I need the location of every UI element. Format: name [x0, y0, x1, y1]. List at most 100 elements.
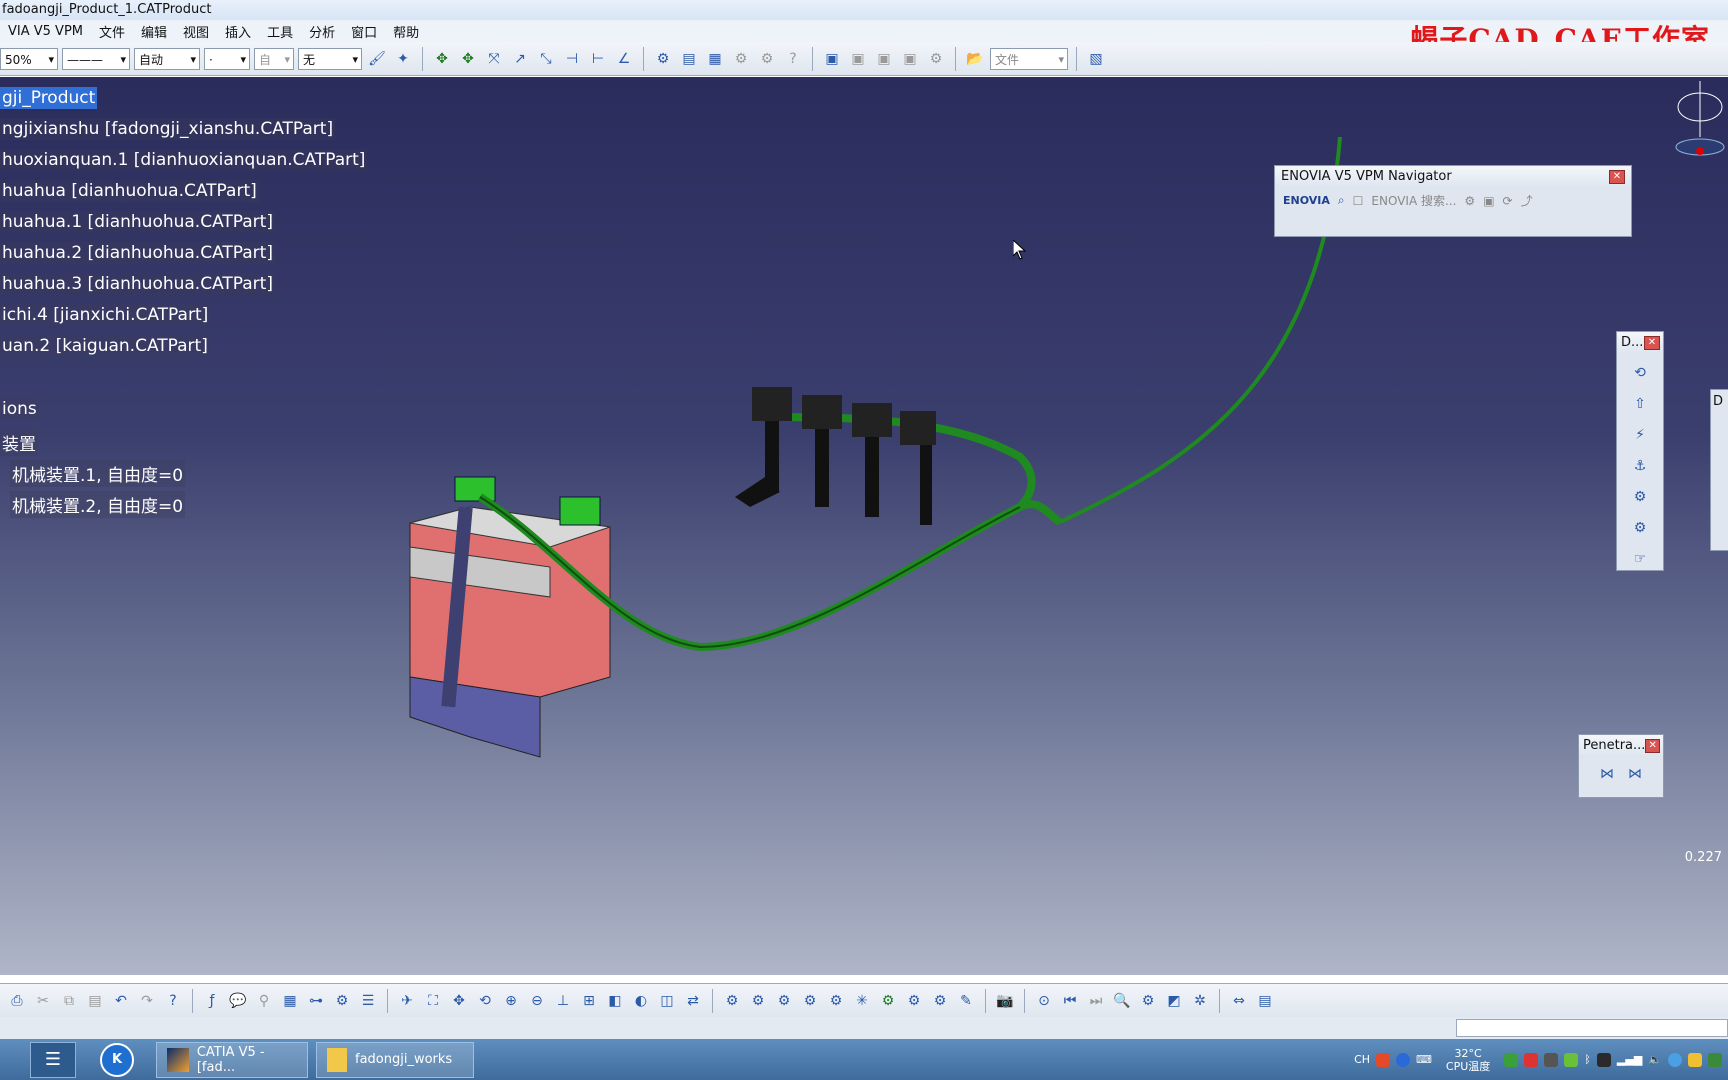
rotate-icon[interactable]: ⟲ — [474, 990, 496, 1012]
rotate-view-icon[interactable]: ⟲ — [1629, 362, 1651, 384]
vpm-icon[interactable]: ▧ — [1085, 48, 1107, 70]
enovia-refresh-icon[interactable]: ⟳ — [1503, 194, 1513, 208]
signal-icon[interactable]: ▂▄▆ — [1617, 1053, 1642, 1066]
settings-icon[interactable]: ⚙ — [1137, 990, 1159, 1012]
zoom-out-icon[interactable]: ⊖ — [526, 990, 548, 1012]
point-style-combo[interactable]: · — [204, 47, 250, 71]
enovia-search-checkbox[interactable]: ☐ — [1353, 194, 1364, 208]
menu-insert[interactable]: 插入 — [217, 22, 259, 41]
close-icon[interactable]: ✕ — [1645, 739, 1660, 753]
penetration-icon[interactable]: ⋈ — [1596, 763, 1618, 785]
undo-icon[interactable]: ↶ — [110, 990, 132, 1012]
help-icon[interactable] — [1396, 1052, 1411, 1067]
anchor-icon[interactable]: ⚓ — [1629, 455, 1651, 477]
paint-brush-icon[interactable]: 🖌 — [366, 48, 388, 70]
menu-file[interactable]: 文件 — [91, 22, 133, 41]
whats-this-icon[interactable]: ? — [162, 990, 184, 1012]
track-icon[interactable]: ⚙ — [747, 990, 769, 1012]
comment-icon[interactable]: 💬 — [227, 990, 249, 1012]
table-icon[interactable]: ▦ — [279, 990, 301, 1012]
tree-node-root[interactable]: gji_Product — [0, 87, 98, 109]
enovia-update-icon[interactable]: ⤴ — [1521, 192, 1533, 209]
menu-analysis[interactable]: 分析 — [301, 22, 343, 41]
fly-icon[interactable]: ⇧ — [1629, 393, 1651, 415]
hide-show-icon[interactable]: ◫ — [656, 990, 678, 1012]
tree-node[interactable]: ions — [0, 398, 39, 420]
angle-icon[interactable]: ∠ — [613, 48, 635, 70]
tree-node[interactable]: huahua.1 [dianhuohua.CATPart] — [0, 211, 275, 233]
explode-icon[interactable]: ↗ — [509, 48, 531, 70]
enovia-tool-icon[interactable]: ⚙ — [1464, 194, 1475, 208]
report-icon[interactable]: ▤ — [1254, 990, 1276, 1012]
tree-icon[interactable]: ⊶ — [305, 990, 327, 1012]
bluetooth-icon[interactable]: ᛒ — [1584, 1053, 1591, 1066]
scene-icon[interactable]: ▣ — [821, 48, 843, 70]
stop-manipulate-icon[interactable]: ⤡ — [535, 48, 557, 70]
cut-icon[interactable]: ✂ — [32, 990, 54, 1012]
tree-node[interactable]: huoxianquan.1 [dianhuoxianquan.CATPart] — [0, 149, 368, 171]
volume-icon[interactable]: 🔈 — [1648, 1053, 1662, 1066]
catalog-icon[interactable]: ⚙ — [652, 48, 674, 70]
cloud-icon[interactable] — [1668, 1052, 1682, 1067]
move-icon[interactable]: ✥ — [431, 48, 453, 70]
light-icon[interactable]: ✲ — [1189, 990, 1211, 1012]
ignition-coils[interactable] — [735, 387, 936, 525]
close-icon[interactable]: ✕ — [1609, 170, 1625, 184]
input-method-icon[interactable] — [1376, 1052, 1391, 1067]
clash-icon[interactable]: ⚡ — [1629, 424, 1651, 446]
scene-edit-icon[interactable]: ▣ — [847, 48, 869, 70]
security-icon[interactable] — [1564, 1052, 1579, 1067]
tree-node[interactable]: 装置 — [0, 429, 38, 456]
target-icon[interactable]: ⊙ — [1033, 990, 1055, 1012]
bom-icon[interactable]: ☰ — [357, 990, 379, 1012]
mechanism-icon[interactable]: ⚙ — [877, 990, 899, 1012]
app-tray-icon[interactable] — [1596, 1052, 1611, 1067]
antivirus-icon[interactable] — [1544, 1052, 1559, 1067]
zoom-in-icon[interactable]: ⊕ — [500, 990, 522, 1012]
properties-icon[interactable]: ✦ — [392, 48, 414, 70]
normal-view-icon[interactable]: ⊥ — [552, 990, 574, 1012]
k-app-icon[interactable]: K — [100, 1042, 134, 1077]
link-icon[interactable]: ⚲ — [253, 990, 275, 1012]
graph-icon[interactable]: ⚙ — [756, 48, 778, 70]
scene-reset-icon[interactable]: ▣ — [899, 48, 921, 70]
explode-view-icon[interactable]: ✳ — [851, 990, 873, 1012]
qq-icon[interactable] — [1524, 1052, 1539, 1067]
layer-combo[interactable]: 自 — [254, 47, 294, 71]
replace-icon[interactable]: ⚙ — [730, 48, 752, 70]
compass-icon[interactable] — [1672, 77, 1728, 167]
keyboard-icon[interactable]: ⌨ — [1416, 1053, 1432, 1066]
existing-component-icon[interactable]: ▤ — [678, 48, 700, 70]
tree-node[interactable]: huahua [dianhuohua.CATPart] — [0, 180, 259, 202]
offset-icon[interactable]: ⊢ — [587, 48, 609, 70]
iso-view-icon[interactable]: ◧ — [604, 990, 626, 1012]
redo-icon[interactable]: ↷ — [136, 990, 158, 1012]
paste-icon[interactable]: ▤ — [84, 990, 106, 1012]
penetration-reverse-icon[interactable]: ⋈ — [1624, 763, 1646, 785]
distance-icon[interactable]: ⚙ — [1629, 517, 1651, 539]
fit-all-icon[interactable]: ⛶ — [422, 990, 444, 1012]
search-icon[interactable]: ⌕ — [1338, 193, 1345, 208]
print-icon[interactable]: ⎙ — [6, 990, 28, 1012]
constraint-icon[interactable]: ⊣ — [561, 48, 583, 70]
update-icon[interactable] — [1688, 1052, 1702, 1067]
swap-space-icon[interactable]: ⇄ — [682, 990, 704, 1012]
snap-icon[interactable]: ⤧ — [483, 48, 505, 70]
menu-window[interactable]: 窗口 — [343, 22, 385, 41]
enovia-logo[interactable]: ENOVIA — [1283, 194, 1330, 207]
gears-icon[interactable]: ⚙ — [929, 990, 951, 1012]
inspect-icon[interactable]: 🔍 — [1111, 990, 1133, 1012]
tree-node[interactable]: 机械装置.1, 自由度=0 — [10, 460, 186, 487]
zoom-combo[interactable]: 50% — [0, 47, 58, 71]
simulation-icon[interactable]: ⚙ — [721, 990, 743, 1012]
knowledge-icon[interactable]: ⚙ — [331, 990, 353, 1012]
formula-icon[interactable]: ƒ — [201, 990, 223, 1012]
taskbar-folder-button[interactable]: fadongji_works — [316, 1041, 474, 1078]
multi-view-icon[interactable]: ⊞ — [578, 990, 600, 1012]
close-icon[interactable]: ✕ — [1644, 336, 1660, 350]
network-icon[interactable] — [1504, 1052, 1519, 1067]
enovia-search-label[interactable]: ENOVIA 搜索... — [1371, 192, 1456, 209]
shading-icon[interactable]: ◐ — [630, 990, 652, 1012]
menu-edit[interactable]: 编辑 — [133, 22, 175, 41]
swept-volume-icon[interactable]: ⚙ — [799, 990, 821, 1012]
